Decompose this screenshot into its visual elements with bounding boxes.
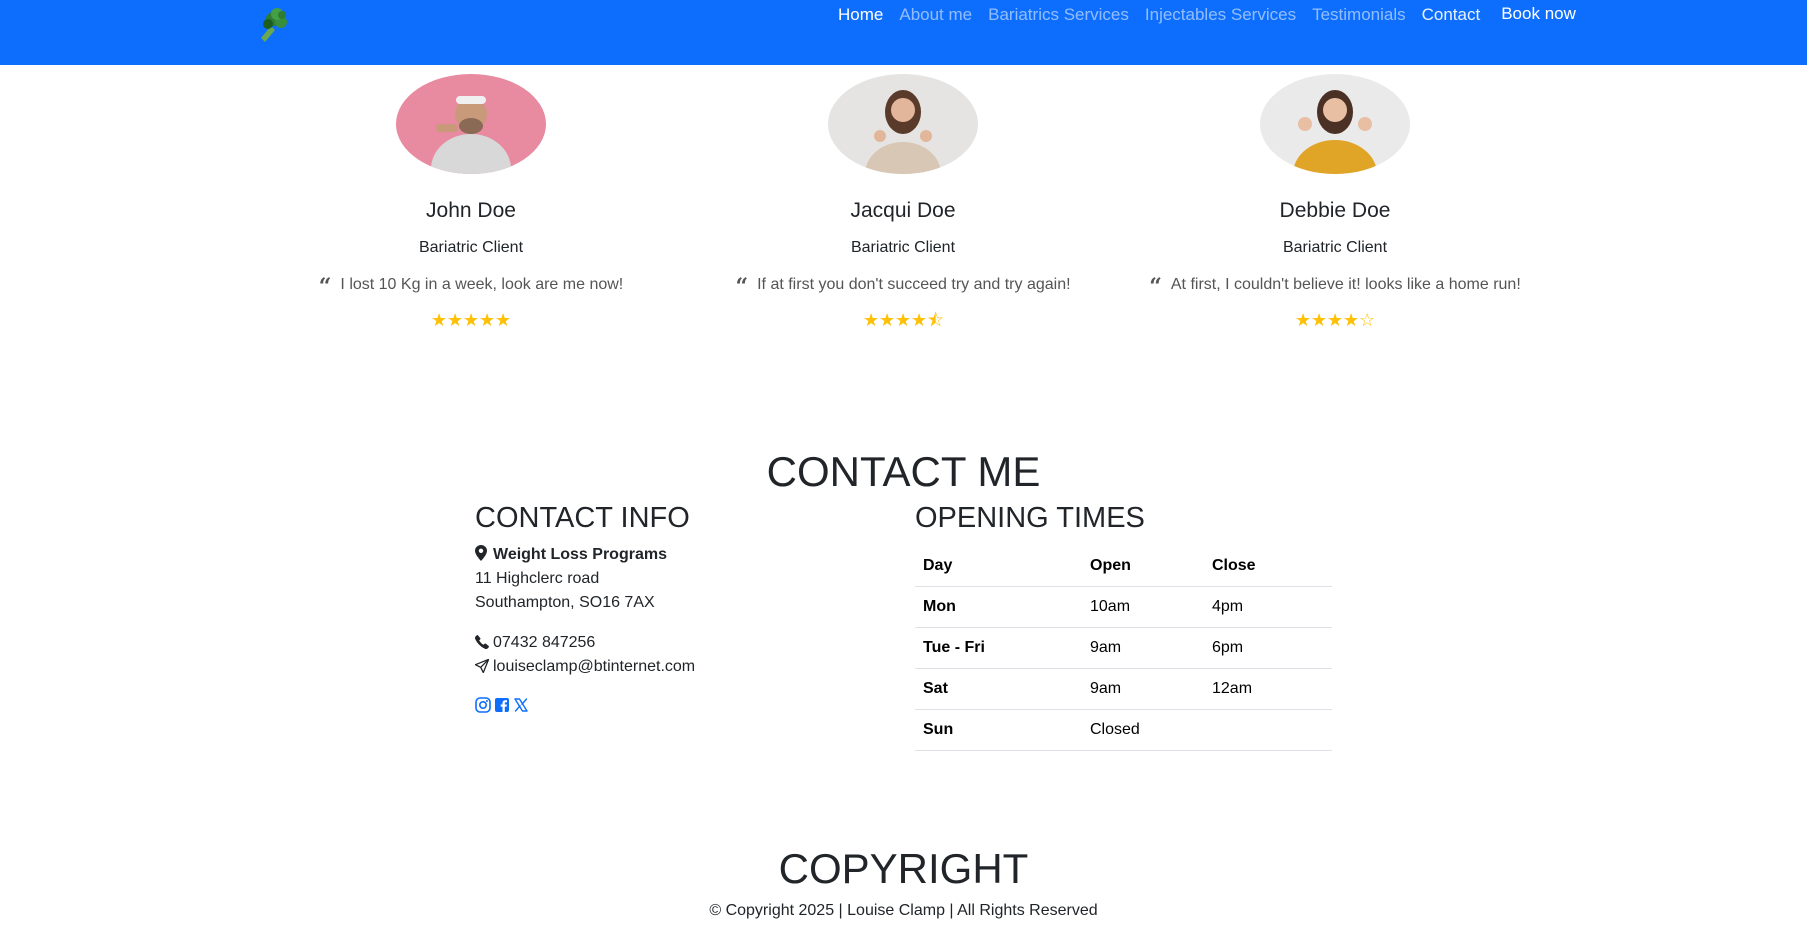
testimonial-quote: “ I lost 10 Kg in a week, look are me now… [255,274,687,300]
testimonial-role: Bariatric Client [850,239,956,256]
business-name: Weight Loss Programs [493,546,667,563]
nav-contact[interactable]: Contact [1422,5,1481,25]
testimonial-name: Jacqui Doe [850,199,956,222]
testimonial-card: Debbie Doe Bariatric Client “ At first, I… [1119,74,1551,329]
testimonial-quote: “ At first, I couldn't believe it! looks … [1119,274,1551,300]
star-full-icon: ★ [895,310,912,330]
column-header: Day [915,545,1082,587]
contact-heading: CONTACT ME [766,448,1041,495]
navbar: Home About me Bariatrics Services Inject… [0,0,1807,65]
day-cell: Sat [915,668,1082,710]
copyright-heading: COPYRIGHT [778,845,1029,892]
open-cell: 9am [1082,627,1204,669]
close-cell [1204,709,1332,751]
table-row: Tue - Fri 9am 6pm [915,627,1332,669]
star-full-icon: ★ [479,310,496,330]
facebook-icon[interactable] [494,697,510,713]
avatar [396,74,546,174]
testimonial-name: Debbie Doe [1279,199,1391,222]
close-cell: 12am [1204,668,1332,710]
contact-info-heading: CONTACT INFO [475,502,690,534]
testimonial-role: Bariatric Client [418,239,524,256]
table-row: Sat 9am 12am [915,668,1332,710]
testimonial-quote: “ If at first you don't succeed try and t… [687,274,1119,300]
avatar [828,74,978,174]
phone-line: 07432 847256 [474,631,875,655]
quote-text: If at first you don't succeed try and tr… [757,276,1071,293]
table-row: Sun Closed [915,709,1332,751]
open-cell: 10am [1082,586,1204,628]
day-cell: Mon [915,586,1082,628]
contact-info-section: CONTACT INFO Weight Loss Programs 11 Hig… [474,502,875,713]
nav-about[interactable]: About me [899,5,972,25]
close-cell: 6pm [1204,627,1332,669]
table-header-row: Day Open Close [915,545,1332,587]
testimonial-card: John Doe Bariatric Client “ I lost 10 Kg … [255,74,687,329]
opening-times-heading: OPENING TIMES [915,502,1145,534]
open-cell: Closed [1082,709,1204,751]
send-icon [474,657,490,674]
nav-home[interactable]: Home [838,5,883,25]
map-pin-icon [475,545,489,561]
star-full-icon: ★ [1311,310,1328,330]
star-full-icon: ★ [431,310,448,330]
star-full-icon: ★ [463,310,480,330]
opening-times-table: Day Open Close Mon 10am 4pm Tue - Fri 9a… [915,545,1332,751]
star-full-icon: ★ [1327,310,1344,330]
day-cell: Tue - Fri [915,627,1082,669]
book-now-button[interactable]: Book now [1501,4,1576,24]
star-full-icon: ★ [495,310,512,330]
email-address[interactable]: louiseclamp@btinternet.com [493,658,695,675]
business-name-line: Weight Loss Programs [475,543,875,567]
testimonial-name: John Doe [426,199,516,222]
phone-icon [474,633,489,650]
address-line1: 11 Highclerc road [475,570,600,587]
testimonial-card: Jacqui Doe Bariatric Client “ If at first… [687,74,1119,329]
column-header: Open [1082,545,1204,587]
opening-times-section: OPENING TIMES Day Open Close Mon 10am 4p… [915,502,1332,751]
star-full-icon: ★ [1343,310,1360,330]
social-links [475,697,875,713]
star-empty-icon: ☆ [1359,310,1376,330]
quote-icon: “ [1149,274,1162,300]
star-full-icon: ★ [447,310,464,330]
broccoli-icon[interactable] [253,6,293,46]
star-rating: ★★★★⯪ [687,311,1119,329]
star-full-icon: ★ [879,310,896,330]
avatar [1260,74,1410,174]
address-line2: Southampton, SO16 7AX [475,594,655,611]
x-twitter-icon[interactable] [513,697,529,713]
testimonial-role: Bariatric Client [1282,239,1388,256]
phone-number[interactable]: 07432 847256 [493,634,595,651]
nav-bariatrics[interactable]: Bariatrics Services [988,5,1129,25]
quote-text: I lost 10 Kg in a week, look are me now! [340,276,624,293]
star-rating: ★★★★★ [255,311,687,329]
open-cell: 9am [1082,668,1204,710]
star-full-icon: ★ [911,310,928,330]
day-cell: Sun [915,709,1082,751]
nav-menu: Home About me Bariatrics Services Inject… [838,4,1576,25]
nav-testimonials[interactable]: Testimonials [1312,5,1406,25]
email-line: louiseclamp@btinternet.com [474,655,875,679]
quote-icon: “ [735,274,749,300]
nav-injectables[interactable]: Injectables Services [1145,5,1296,25]
star-full-icon: ★ [863,310,880,330]
quote-text: At first, I couldn't believe it! looks l… [1170,276,1521,293]
copyright-text: © Copyright 2025 | Louise Clamp | All Ri… [709,902,1098,919]
instagram-icon[interactable] [475,697,491,713]
star-half-icon: ⯪ [927,310,945,330]
quote-icon: “ [318,274,332,300]
star-full-icon: ★ [1295,310,1312,330]
column-header: Close [1204,545,1332,587]
close-cell: 4pm [1204,586,1332,628]
table-row: Mon 10am 4pm [915,586,1332,628]
star-rating: ★★★★☆ [1119,311,1551,329]
